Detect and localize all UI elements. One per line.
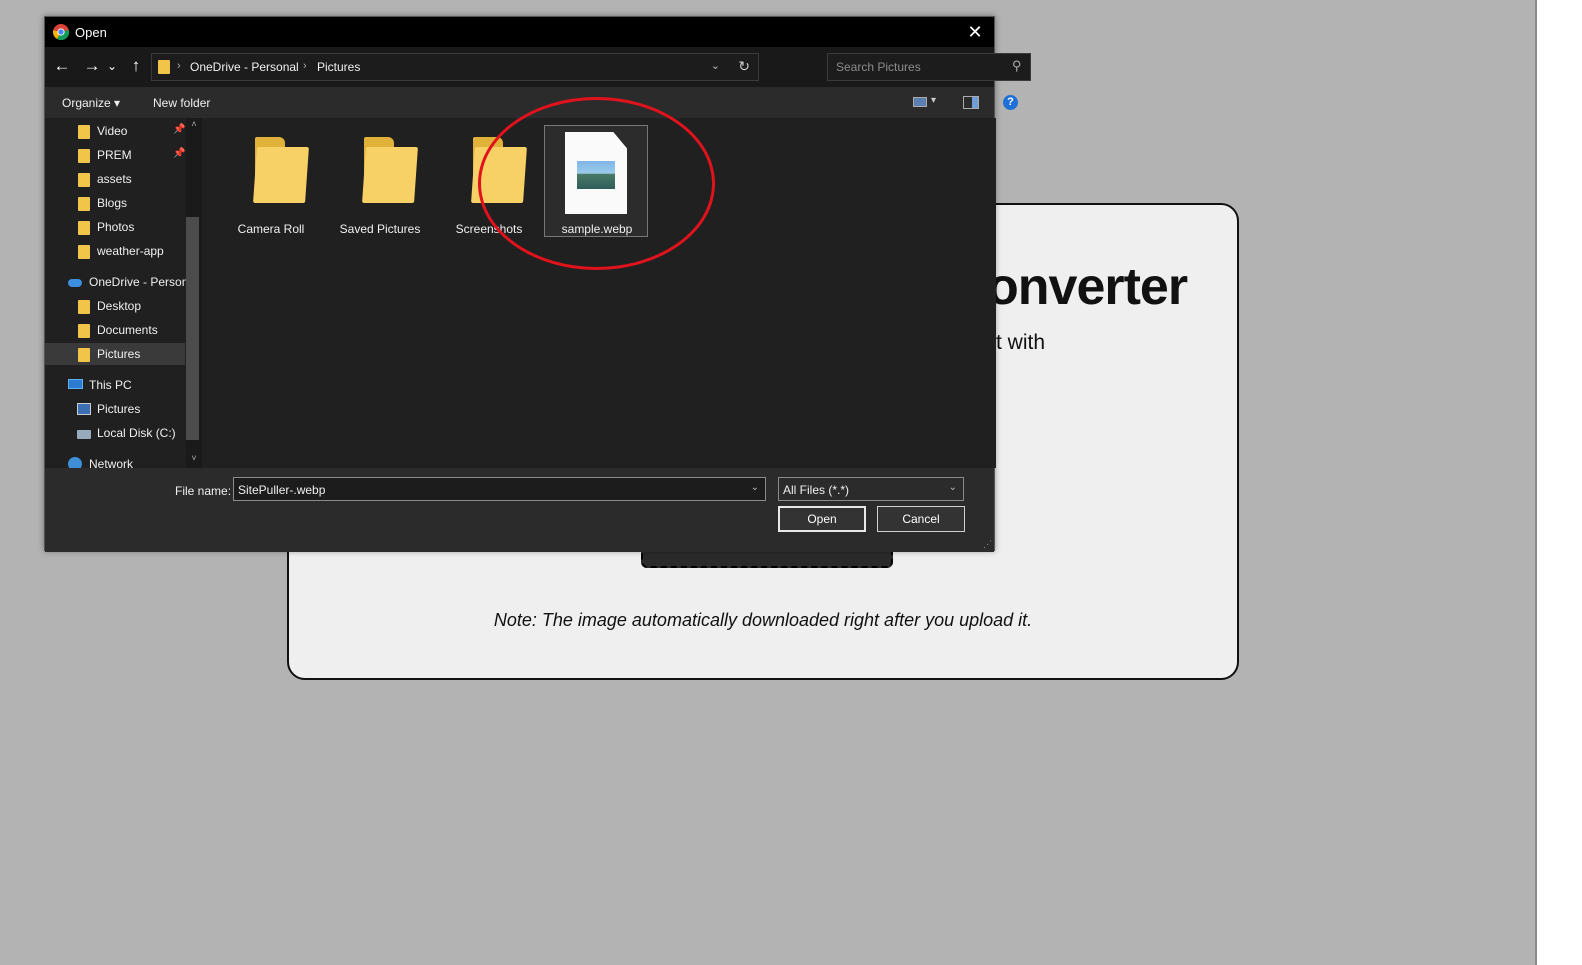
folder-icon xyxy=(78,300,90,314)
sidebar-item-label: Blogs xyxy=(97,196,128,210)
address-dropdown-icon[interactable]: ⌄ xyxy=(711,59,720,72)
up-arrow-icon[interactable]: ↑ xyxy=(125,55,147,77)
new-folder-button[interactable]: New folder xyxy=(153,96,210,110)
folder-icon xyxy=(78,173,90,187)
sidebar-item-label: Pictures xyxy=(97,347,141,361)
dialog-title: Open xyxy=(75,25,107,40)
sidebar-item-label: Documents xyxy=(97,323,158,337)
dialog-toolbar: Organize ▾ New folder ▾ ? xyxy=(45,87,1018,118)
navigation-bar: ← → ⌄ ↑ › OneDrive - Personal › Pictures… xyxy=(45,47,1031,87)
sidebar-item-label: OneDrive - Personal xyxy=(89,275,198,289)
sidebar-scroll-thumb[interactable] xyxy=(186,217,199,440)
sidebar-item-label: Pictures xyxy=(97,402,141,416)
folder-icon xyxy=(78,245,90,259)
resize-grip-icon[interactable]: ⋰ xyxy=(983,539,992,550)
cancel-button[interactable]: Cancel xyxy=(877,506,965,532)
sidebar-item-label: assets xyxy=(97,172,132,186)
folder-icon xyxy=(78,221,90,235)
pictures-icon xyxy=(77,403,91,415)
disk-drive-icon xyxy=(77,430,91,439)
organize-menu[interactable]: Organize ▾ xyxy=(62,96,120,110)
file-type-select[interactable]: All Files (*.*) ⌄ xyxy=(778,477,964,501)
computer-icon xyxy=(68,379,83,389)
pin-icon: 📌 xyxy=(173,124,186,135)
sidebar-item-prem[interactable]: PREM 📌 xyxy=(45,144,185,166)
sidebar-item-photos[interactable]: Photos xyxy=(45,216,185,238)
folder-icon xyxy=(78,324,90,338)
sidebar-item-label: Network xyxy=(89,457,134,468)
sidebar-item-local-disk[interactable]: Local Disk (C:) xyxy=(45,422,185,444)
chrome-icon xyxy=(53,24,69,40)
breadcrumb-pictures[interactable]: Pictures xyxy=(317,60,360,74)
card-title: onverter xyxy=(987,258,1188,316)
open-button[interactable]: Open xyxy=(778,506,866,532)
card-subtitle: t with xyxy=(996,331,1046,354)
sidebar-item-documents[interactable]: Documents xyxy=(45,319,185,341)
folder-icon xyxy=(78,348,90,362)
sidebar-item-video[interactable]: Video 📌 xyxy=(45,120,185,142)
folder-icon xyxy=(78,125,90,139)
sidebar-item-label: This PC xyxy=(89,378,132,392)
sidebar-item-label: PREM xyxy=(97,148,132,162)
dialog-titlebar[interactable]: Open ✕ xyxy=(45,17,994,47)
folder-icon xyxy=(78,149,90,163)
file-name-label: Camera Roll xyxy=(237,222,305,236)
file-name-label: File name: xyxy=(175,484,232,498)
file-name-input[interactable]: SitePuller-.webp ⌄ xyxy=(233,477,766,501)
sidebar-item-pc-pictures[interactable]: Pictures xyxy=(45,398,185,420)
sidebar-item-label: Desktop xyxy=(97,299,142,313)
dialog-footer: File name: SitePuller-.webp ⌄ All Files … xyxy=(45,468,994,552)
back-arrow-icon[interactable]: ← xyxy=(51,55,73,77)
sidebar-item-this-pc[interactable]: This PC xyxy=(45,374,185,396)
folder-icon xyxy=(253,147,309,203)
sidebar-item-weather-app[interactable]: weather-app xyxy=(45,240,185,262)
file-name-label: Saved Pictures xyxy=(339,222,421,236)
search-icon[interactable]: ⚲ xyxy=(1012,58,1022,74)
sidebar-item-label: Photos xyxy=(97,220,135,234)
folder-camera-roll[interactable]: Camera Roll xyxy=(219,125,323,237)
scroll-up-icon[interactable]: ˄ xyxy=(186,119,202,129)
address-bar[interactable]: › OneDrive - Personal › Pictures ⌄ ↻ xyxy=(151,53,759,81)
breadcrumb-separator: › xyxy=(303,60,307,72)
refresh-icon[interactable]: ↻ xyxy=(738,58,750,75)
chevron-down-icon[interactable]: ⌄ xyxy=(751,482,759,493)
close-icon[interactable]: ✕ xyxy=(964,20,986,44)
recent-locations-icon[interactable]: ⌄ xyxy=(106,55,118,77)
folder-icon xyxy=(78,197,90,211)
forward-arrow-icon[interactable]: → xyxy=(81,55,103,77)
sidebar-item-blogs[interactable]: Blogs xyxy=(45,192,185,214)
preview-pane-icon[interactable] xyxy=(963,96,979,109)
sidebar-item-label: Local Disk (C:) xyxy=(97,426,176,440)
pin-icon: 📌 xyxy=(173,148,186,159)
change-view-icon[interactable] xyxy=(913,97,927,107)
file-name-value: SitePuller-.webp xyxy=(238,483,326,497)
folder-icon xyxy=(362,147,418,203)
breadcrumb-separator: › xyxy=(177,60,181,72)
folder-icon xyxy=(158,60,170,74)
breadcrumb-onedrive[interactable]: OneDrive - Personal xyxy=(190,60,299,74)
search-placeholder: Search Pictures xyxy=(836,60,921,74)
folder-saved-pictures[interactable]: Saved Pictures xyxy=(328,125,432,237)
sidebar-item-assets[interactable]: assets xyxy=(45,168,185,190)
view-dropdown-icon[interactable]: ▾ xyxy=(931,95,936,106)
onedrive-cloud-icon xyxy=(68,279,82,287)
annotation-red-circle xyxy=(478,97,715,270)
search-box[interactable]: Search Pictures ⚲ xyxy=(827,53,1031,81)
help-icon[interactable]: ? xyxy=(1003,95,1018,110)
navigation-pane: Video 📌 PREM 📌 assets Blogs Photos weath… xyxy=(45,118,202,468)
sidebar-item-onedrive[interactable]: OneDrive - Personal xyxy=(45,271,198,293)
sidebar-item-desktop[interactable]: Desktop xyxy=(45,295,185,317)
card-note: Note: The image automatically downloaded… xyxy=(493,610,1033,630)
scroll-down-icon[interactable]: ˅ xyxy=(186,453,202,463)
open-file-dialog: Open ✕ ← → ⌄ ↑ › OneDrive - Personal › P… xyxy=(44,16,1031,552)
network-icon xyxy=(68,457,82,468)
sidebar-item-network[interactable]: Network xyxy=(45,453,185,468)
file-type-value: All Files (*.*) xyxy=(783,483,850,497)
chevron-down-icon: ⌄ xyxy=(948,482,957,493)
sidebar-item-pictures[interactable]: Pictures xyxy=(45,343,185,365)
sidebar-item-label: weather-app xyxy=(97,244,164,258)
sidebar-item-label: Video xyxy=(97,124,128,138)
